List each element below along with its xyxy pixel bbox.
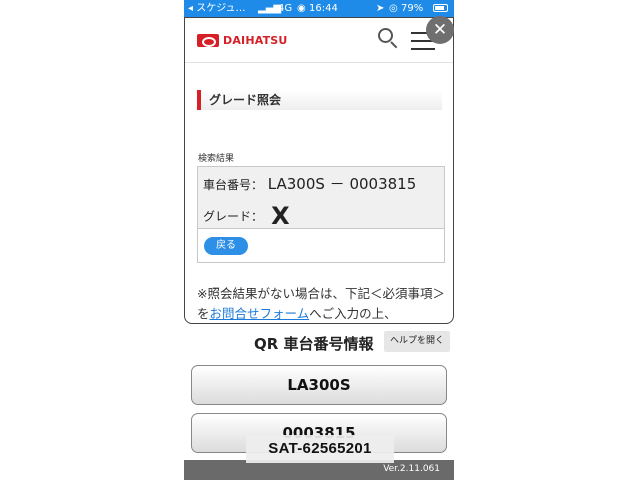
result-box: 車台番号： LA300S － 0003815 グレード： X 戻る [197, 166, 445, 263]
rotation-lock-icon: ◎ [389, 3, 398, 14]
battery-label: 79% [401, 3, 424, 14]
vehicle-number-label: 車台番号： [203, 178, 264, 192]
battery-icon [433, 4, 448, 12]
help-button[interactable]: ヘルプを開く [384, 331, 450, 352]
time-label: 16:44 [309, 3, 338, 14]
header-divider [185, 62, 453, 63]
carrier-label: ◂ スケジュ… [188, 3, 246, 14]
page-title: グレード照会 [197, 90, 442, 110]
vehicle-number-row: 車台番号： LA300S － 0003815 [203, 173, 416, 194]
notice-part-2: へご入力の上、 [309, 306, 397, 321]
brand-logo-text: DAIHATSU [223, 34, 288, 47]
network-label: 4G [278, 3, 293, 14]
phone-screen: ◂ スケジュ… ▂▄▆ 4G ◉ 16:44 ➤ ◎ 79% DAIHATSU … [184, 0, 454, 480]
close-icon[interactable]: ✕ [426, 16, 454, 44]
grade-value: X [271, 202, 290, 230]
grade-label: グレード： [203, 209, 264, 224]
vehicle-number-value: LA300S － 0003815 [267, 175, 417, 193]
version-label: Ver.2.11.061 [383, 464, 440, 474]
notice-text: ※照会結果がない場合は、下記＜必須事項＞をお問合せフォームへご入力の上、 [197, 284, 447, 323]
inquiry-form-link[interactable]: お問合せフォーム [210, 306, 310, 321]
qr-section-title: QR 車台番号情報 [254, 335, 374, 353]
back-button[interactable]: 戻る [204, 237, 248, 255]
grade-row: グレード： X [203, 202, 290, 230]
footer-bar: Ver.2.11.061 [184, 460, 454, 480]
grade-lookup-modal: DAIHATSU グレード照会 検索結果 車台番号： LA300S － 0003… [184, 17, 454, 324]
alarm-icon: ◉ [297, 3, 306, 14]
daihatsu-logo-icon [197, 34, 219, 47]
search-icon[interactable] [378, 28, 398, 50]
status-bar: ◂ スケジュ… ▂▄▆ 4G ◉ 16:44 ➤ ◎ 79% [184, 0, 454, 17]
chassis-model-field[interactable]: LA300S [191, 365, 447, 405]
location-icon: ➤ [376, 3, 385, 14]
result-label: 検索結果 [198, 154, 235, 164]
stock-number-watermark: SAT-62565201 [246, 435, 394, 463]
result-panel: 車台番号： LA300S － 0003815 グレード： X [198, 167, 444, 230]
